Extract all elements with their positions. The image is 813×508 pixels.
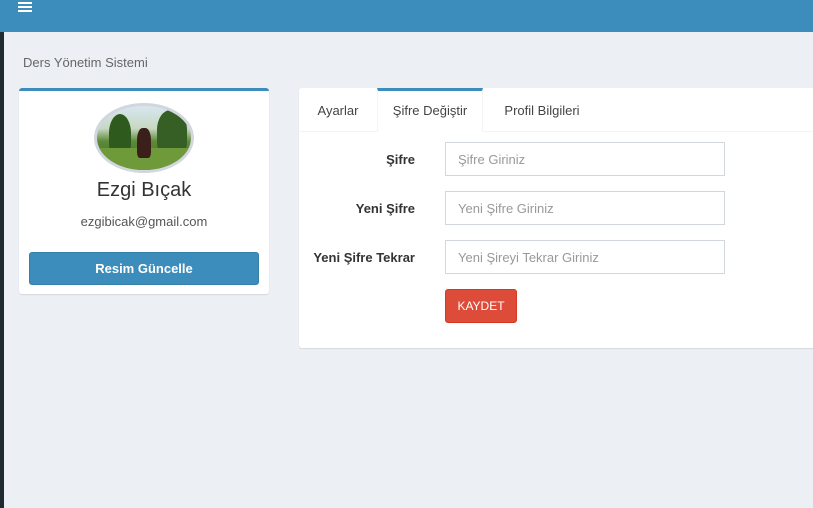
new-password-label: Yeni Şifre [355,201,415,216]
top-navbar [0,0,813,32]
tab-change-password[interactable]: Şifre Değiştir [377,88,483,132]
password-label: Şifre [386,152,415,167]
confirm-password-label: Yeni Şifre Tekrar [313,250,415,265]
tab-profile-info[interactable]: Profil Bilgileri [489,88,595,132]
profile-card: Ezgi Bıçak ezgibicak@gmail.com Resim Gün… [19,88,269,294]
profile-name: Ezgi Bıçak [96,179,192,201]
save-button[interactable]: KAYDET [445,289,517,323]
avatar [94,103,194,173]
tab-bar: Ayarlar Şifre Değiştir Profil Bilgileri [299,88,813,132]
profile-email: ezgibicak@gmail.com [80,214,208,229]
page-title: Ders Yönetim Sistemi [23,55,148,70]
password-input[interactable] [445,142,725,176]
update-photo-button[interactable]: Resim Güncelle [29,252,259,285]
hamburger-menu-icon[interactable] [18,2,32,14]
sidebar-edge [0,0,4,508]
new-password-input[interactable] [445,191,725,225]
confirm-password-input[interactable] [445,240,725,274]
tab-settings[interactable]: Ayarlar [299,88,377,132]
settings-tabs-panel: Ayarlar Şifre Değiştir Profil Bilgileri … [299,88,813,348]
